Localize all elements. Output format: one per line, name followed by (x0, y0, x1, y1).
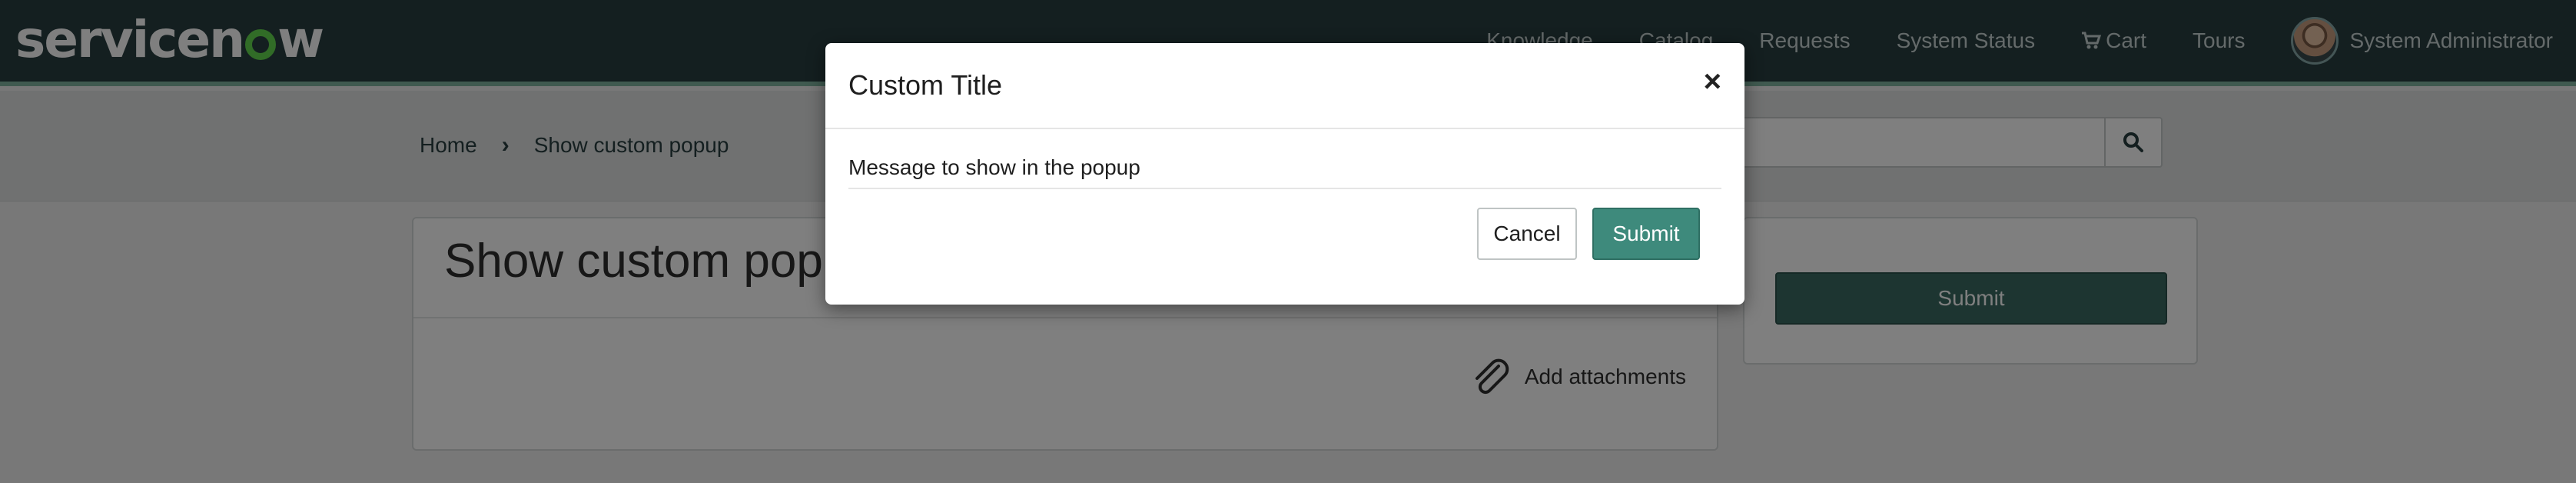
modal-submit-button[interactable]: Submit (1592, 208, 1700, 260)
modal-title: Custom Title (848, 69, 1003, 101)
custom-popup-modal: Custom Title × Message to show in the po… (825, 43, 1744, 305)
close-icon[interactable]: × (1704, 65, 1721, 99)
modal-message: Message to show in the popup (848, 155, 1721, 189)
modal-header: Custom Title × (825, 43, 1744, 129)
modal-cancel-button[interactable]: Cancel (1477, 208, 1577, 260)
